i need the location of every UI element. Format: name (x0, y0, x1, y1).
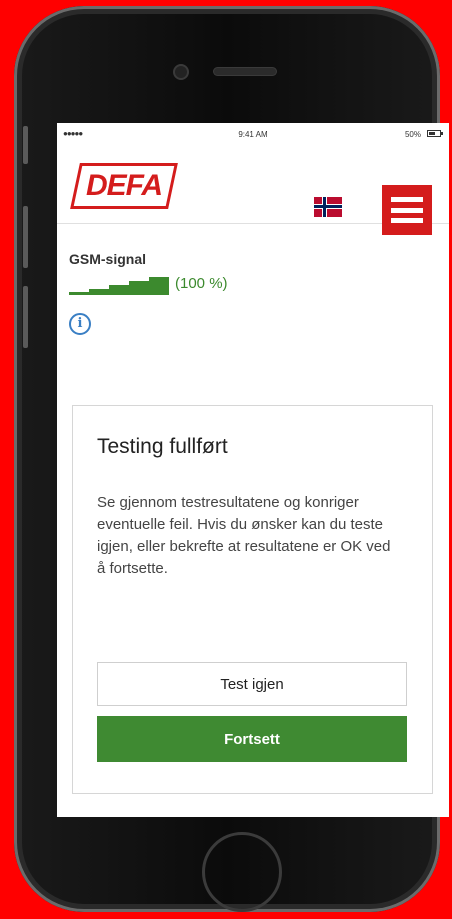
card-description: Se gjennom testresultatene og konriger e… (97, 494, 391, 577)
signal-bar (69, 292, 91, 295)
front-camera (175, 66, 187, 78)
test-again-button[interactable]: Test igjen (97, 662, 407, 706)
gsm-signal-label: GSM-signal (69, 251, 147, 267)
info-icon[interactable]: i (69, 313, 91, 335)
home-button[interactable] (202, 832, 282, 912)
signal-bar (109, 285, 129, 295)
signal-bar (89, 289, 109, 295)
signal-bar (149, 277, 169, 295)
status-time: 9:41 AM (238, 130, 268, 139)
earpiece-speaker (214, 68, 276, 75)
defa-logo[interactable]: DEFA (70, 163, 178, 209)
continue-button[interactable]: Fortsett (97, 716, 407, 762)
battery-percent: 50% (404, 130, 421, 139)
phone-screen: ●●●●● 9:41 AM 50% DEFA GSM-signal (100 %… (57, 123, 449, 817)
gsm-signal-section: GSM-signal (100 %) (69, 251, 228, 295)
hamburger-menu-icon[interactable] (382, 185, 432, 235)
gsm-signal-bars (69, 273, 169, 295)
battery-icon (427, 130, 443, 137)
volume-down-button (23, 286, 28, 348)
signal-bar (129, 281, 149, 295)
logo-text: DEFA (85, 169, 162, 202)
phone-frame: ●●●●● 9:41 AM 50% DEFA GSM-signal (100 %… (14, 6, 449, 912)
app-header: DEFA (57, 145, 449, 235)
mute-switch (23, 126, 28, 164)
card-title: Testing fullført (97, 435, 228, 458)
gsm-signal-percent: (100 %) (175, 275, 228, 292)
status-bar: ●●●●● 9:41 AM 50% (57, 123, 449, 145)
test-complete-card: Testing fullført Se gjennom testresultat… (72, 405, 433, 794)
volume-up-button (23, 206, 28, 268)
norway-flag-icon[interactable] (314, 197, 342, 217)
